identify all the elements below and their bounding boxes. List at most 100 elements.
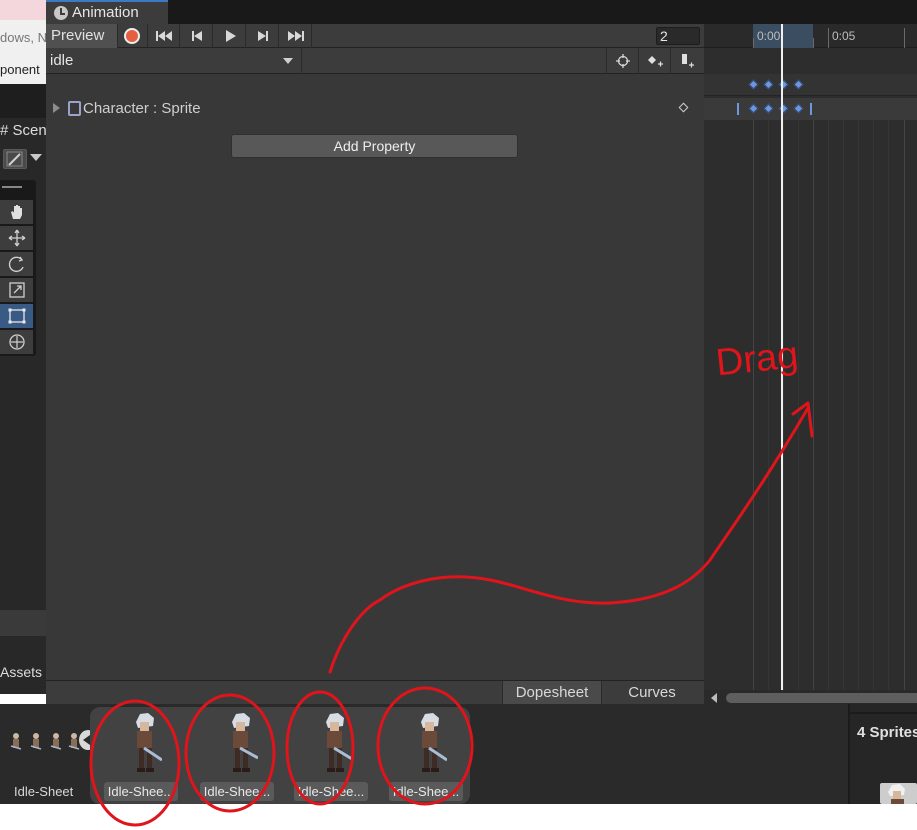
move-tool-button[interactable]: [0, 226, 33, 250]
ruler-tick: [904, 28, 905, 48]
left-dark-bar: [0, 84, 46, 118]
grid-line: [843, 120, 844, 690]
scroll-left-icon[interactable]: [711, 693, 717, 703]
grid-line: [768, 120, 769, 690]
play-button[interactable]: [214, 24, 246, 48]
property-row[interactable]: Character : Sprite: [46, 98, 704, 120]
grid-line: [783, 120, 784, 690]
scene-panel: # Scen: [0, 118, 46, 610]
tool-palette: [0, 180, 36, 356]
scale-tool-button[interactable]: [0, 278, 33, 302]
add-keyframe-button[interactable]: [638, 48, 670, 74]
rotate-tool-button[interactable]: [0, 252, 33, 276]
play-icon: [225, 30, 236, 42]
property-label: Character : Sprite: [83, 100, 201, 117]
hand-tool-button[interactable]: [0, 200, 33, 224]
hand-icon: [10, 205, 22, 219]
scrollbar-thumb[interactable]: [726, 693, 917, 703]
next-keyframe-button[interactable]: [247, 24, 279, 48]
brush-icon: [6, 151, 23, 167]
ruler-tick: [813, 38, 814, 48]
sprite-asset-label: Idle-Shee...: [200, 782, 274, 801]
add-property-button[interactable]: Add Property: [231, 134, 518, 158]
sprite-count: 4: [857, 724, 866, 741]
preview-button[interactable]: Preview: [46, 24, 118, 48]
clip-dropdown[interactable]: idle: [46, 48, 302, 74]
sprite-asset[interactable]: Idle-Shee...: [385, 710, 465, 802]
transform-icon: [8, 334, 25, 350]
grid-line: [828, 120, 829, 690]
record-button[interactable]: [118, 24, 148, 48]
filter-by-selection-button[interactable]: [606, 48, 638, 74]
sprite-sheet-thumbnail[interactable]: [8, 730, 84, 754]
dopesheet-timeline[interactable]: 0:00 0:05: [704, 24, 917, 690]
time-label: 0:05: [832, 29, 856, 43]
selection-bracket[interactable]: [737, 103, 739, 115]
draw-mode-button[interactable]: [3, 149, 27, 169]
character-sprite-image: [326, 713, 352, 772]
keyframe-diamond-icon[interactable]: [678, 102, 689, 113]
window-tab-bar: [46, 0, 917, 24]
rotate-icon: [8, 256, 24, 273]
tab-dopesheet[interactable]: Dopesheet: [502, 681, 602, 706]
first-keyframe-button[interactable]: [148, 24, 180, 48]
grid-line: [858, 120, 859, 690]
animation-tab[interactable]: Animation: [46, 0, 168, 24]
assets-label[interactable]: Assets: [0, 664, 42, 680]
crosshair-icon: [615, 54, 630, 68]
record-icon: [124, 28, 140, 44]
character-sprite-image: [136, 713, 162, 772]
summary-keyframe-row[interactable]: [704, 74, 917, 96]
sprite-mini-icon: [10, 733, 22, 750]
character-sprite-image: [421, 713, 447, 772]
step-back-icon: [191, 31, 202, 41]
grid-line: [753, 120, 754, 690]
selection-bracket[interactable]: [810, 103, 812, 115]
skip-to-end-icon: [287, 31, 304, 41]
tab-curves[interactable]: Curves: [602, 681, 702, 706]
sprite-count-label: 4 Sprites: [857, 724, 917, 741]
ruler-tick: [828, 28, 829, 48]
move-icon: [8, 229, 25, 247]
last-keyframe-button[interactable]: [280, 24, 312, 48]
sprite-mini-icon: [50, 733, 62, 750]
keyframe[interactable]: [748, 103, 759, 114]
keyframe[interactable]: [793, 103, 804, 114]
clock-icon: [54, 6, 68, 20]
time-label: 0:00: [757, 29, 781, 43]
grid-line: [904, 120, 905, 690]
transform-tool-button[interactable]: [0, 330, 33, 354]
frame-number-field[interactable]: 2: [656, 27, 700, 45]
scene-tab[interactable]: # Scen: [0, 122, 46, 139]
keyframe[interactable]: [793, 79, 804, 90]
chevron-down-icon[interactable]: [30, 154, 42, 161]
left-text-snippet: dows, N: [0, 30, 46, 45]
step-forward-icon: [257, 31, 268, 41]
keyframe[interactable]: [748, 79, 759, 90]
character-sprite-image: [232, 713, 258, 772]
expand-arrow-icon[interactable]: [53, 103, 60, 113]
playhead[interactable]: [781, 24, 783, 690]
skip-to-start-icon: [155, 31, 172, 41]
sprite-asset[interactable]: Idle-Shee...: [100, 710, 180, 802]
rect-tool-button[interactable]: [0, 304, 33, 328]
grid-line: [888, 120, 889, 690]
grid-line: [798, 120, 799, 690]
sprite-asset[interactable]: Idle-Shee...: [196, 710, 276, 802]
add-keyframe-icon: [647, 56, 663, 67]
sprite-renderer-icon: [68, 101, 81, 116]
page-background: [0, 804, 917, 830]
add-event-button[interactable]: [670, 48, 702, 74]
previous-keyframe-button[interactable]: [181, 24, 213, 48]
sprite-keyframe-row[interactable]: [704, 98, 917, 120]
sprite-asset-label: Idle-Shee...: [389, 782, 463, 801]
time-ruler[interactable]: 0:00 0:05: [704, 24, 917, 48]
sprite-asset[interactable]: Idle-Shee...: [290, 710, 370, 802]
sprite-mini-icon: [30, 733, 42, 750]
sprite-preview-thumbnail[interactable]: [880, 783, 917, 804]
keyframe[interactable]: [763, 103, 774, 114]
grip-icon[interactable]: [2, 186, 22, 188]
character-sprite-image: [888, 784, 905, 804]
ruler-tick: [753, 38, 754, 48]
keyframe[interactable]: [763, 79, 774, 90]
